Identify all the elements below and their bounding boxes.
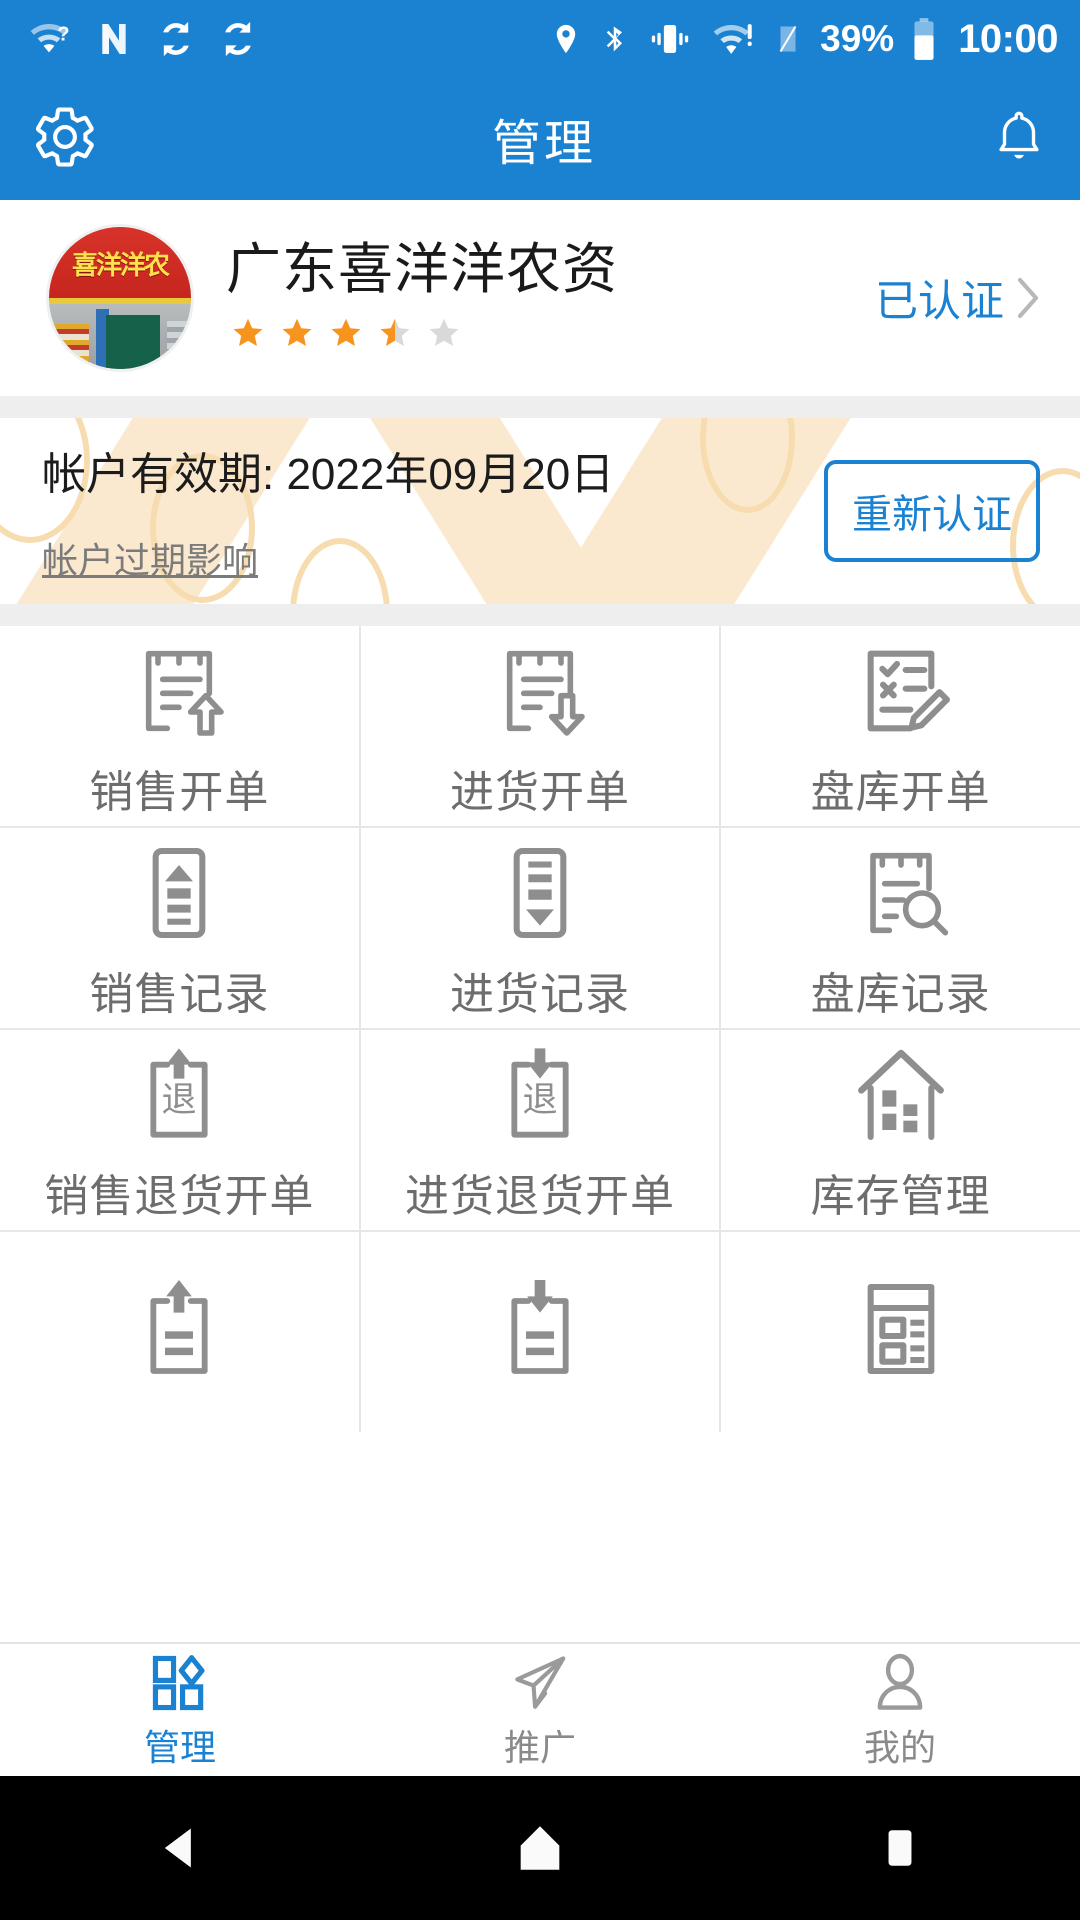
grid-item-label: 库存管理 [810, 1172, 991, 1221]
rating-star [324, 311, 368, 356]
profile-info: 广东喜洋洋农资 [194, 237, 875, 356]
triangle-back-icon [164, 1828, 191, 1868]
svg-text:退: 退 [162, 1080, 197, 1119]
avatar-shelf-left [51, 323, 89, 369]
profile-header[interactable]: 喜洋洋农 广东喜洋洋农资 已认证 [0, 200, 1080, 396]
tab-promote[interactable]: 推广 [360, 1644, 720, 1776]
gear-icon [35, 106, 94, 167]
receipt-down-icon [484, 1270, 596, 1388]
svg-text:?: ? [57, 24, 69, 46]
list-down-icon [484, 834, 596, 952]
tab-label: 我的 [863, 1727, 936, 1768]
account-expiry-label: 帐户有效期: 2022年09月20日 [42, 450, 615, 499]
grid-item[interactable]: 库存管理 [721, 1030, 1080, 1230]
page-title: 管理 [491, 116, 596, 171]
status-bar-right: 39% 10:00 [549, 17, 1058, 62]
sync-icon [225, 21, 251, 57]
checklist-pencil-icon [845, 632, 957, 750]
tab-mine[interactable]: 我的 [720, 1644, 1080, 1776]
rating-star [422, 311, 466, 356]
ledger-icon [845, 1270, 957, 1388]
avatar-sign-text: 喜洋洋农 [71, 250, 170, 280]
settings-button[interactable] [32, 104, 98, 175]
section-divider [0, 396, 1080, 418]
avatar-shelf-right [166, 320, 190, 369]
grid-item[interactable] [360, 1232, 720, 1432]
doc-search-icon [845, 834, 957, 952]
rating-star [373, 311, 417, 356]
nfc-icon [102, 24, 126, 54]
grid-item-label: 销售记录 [89, 970, 270, 1019]
app-bar: 管理 [0, 78, 1080, 200]
square-recents-icon [888, 1830, 912, 1866]
person-icon [869, 1649, 931, 1717]
sync-icon [163, 21, 189, 57]
location-icon [556, 24, 576, 54]
avatar-door [105, 315, 160, 369]
grid-item-label: 进货开单 [449, 768, 630, 817]
android-home-button[interactable] [480, 1788, 600, 1908]
feature-grid-section: 销售开单 进货开单 盘库开单 销售记录 进货记录 盘库记录退销售退货开单退进货退货开单 库存… [0, 604, 1080, 1432]
feature-grid: 销售开单 进货开单 盘库开单 销售记录 进货记录 盘库记录退销售退货开单退进货退货开单 库存… [0, 626, 1080, 1432]
receipt-up-icon [123, 1270, 235, 1388]
rating-star [226, 311, 270, 356]
grid-item[interactable] [721, 1232, 1080, 1432]
verified-label: 已认证 [875, 278, 1004, 326]
paper-plane-icon [509, 1649, 571, 1717]
grid-item-label: 销售退货开单 [44, 1172, 315, 1221]
android-back-button[interactable] [120, 1788, 240, 1908]
notification-button[interactable] [990, 104, 1048, 175]
doc-arrow-down-icon [484, 632, 596, 750]
grid-item-label: 销售开单 [89, 768, 270, 817]
pentagon-home-icon [520, 1826, 560, 1870]
grid-item-label: 进货退货开单 [404, 1172, 675, 1221]
grid-item-label: 盘库开单 [810, 768, 991, 817]
battery-percent-label: 39% [820, 18, 895, 59]
bottom-tab-bar: 管理 推广 我的 [0, 1642, 1080, 1776]
grid-item[interactable]: 盘库记录 [721, 828, 1080, 1028]
wifi-alert-icon [713, 24, 752, 54]
grid-item[interactable]: 销售记录 [0, 828, 359, 1028]
bell-icon [999, 111, 1039, 159]
recertify-button[interactable]: 重新认证 [824, 460, 1040, 562]
list-up-icon [123, 834, 235, 952]
account-expiry-impact-link[interactable]: 帐户过期影响 [42, 532, 258, 584]
grid-item-label: 进货记录 [449, 970, 630, 1019]
svg-text:退: 退 [522, 1080, 557, 1119]
status-bar-left: ? [26, 19, 258, 59]
status-bar-clock: 10:00 [958, 16, 1058, 61]
rating-stars [226, 311, 875, 356]
warehouse-icon [845, 1036, 957, 1154]
grid-item[interactable]: 退销售退货开单 [0, 1030, 359, 1230]
doc-arrow-up-icon [123, 632, 235, 750]
rating-star [275, 311, 319, 356]
grid-shapes-icon [149, 1649, 211, 1717]
android-recents-button[interactable] [840, 1788, 960, 1908]
verified-status-link[interactable]: 已认证 [875, 267, 1042, 329]
grid-item[interactable]: 进货开单 [360, 626, 720, 826]
grid-item[interactable]: 进货记录 [360, 828, 720, 1028]
status-bar: ? 39% 10:00 [0, 0, 1080, 78]
wifi-question-icon: ? [30, 24, 70, 53]
grid-item[interactable]: 退进货退货开单 [360, 1030, 720, 1230]
bluetooth-icon [606, 26, 623, 52]
tab-manage[interactable]: 管理 [0, 1644, 360, 1776]
return-down-icon: 退 [484, 1036, 596, 1154]
shop-name: 广东喜洋洋农资 [226, 237, 619, 300]
account-text-block: 帐户有效期: 2022年09月20日 帐户过期影响 [42, 438, 824, 584]
battery-icon [914, 18, 934, 60]
tab-label: 推广 [503, 1727, 576, 1768]
sim-icon [779, 25, 797, 53]
grid-item-label: 盘库记录 [810, 970, 991, 1019]
grid-item[interactable] [0, 1232, 359, 1432]
vibrate-icon [651, 25, 689, 53]
grid-item[interactable]: 销售开单 [0, 626, 359, 826]
return-up-icon: 退 [123, 1036, 235, 1154]
avatar[interactable]: 喜洋洋农 [46, 224, 194, 372]
android-navigation-bar [0, 1776, 1080, 1920]
grid-item[interactable]: 盘库开单 [721, 626, 1080, 826]
chevron-right-icon [1017, 277, 1039, 319]
tab-label: 管理 [143, 1727, 216, 1768]
account-status-banner: 帐户有效期: 2022年09月20日 帐户过期影响 重新认证 [0, 418, 1080, 604]
